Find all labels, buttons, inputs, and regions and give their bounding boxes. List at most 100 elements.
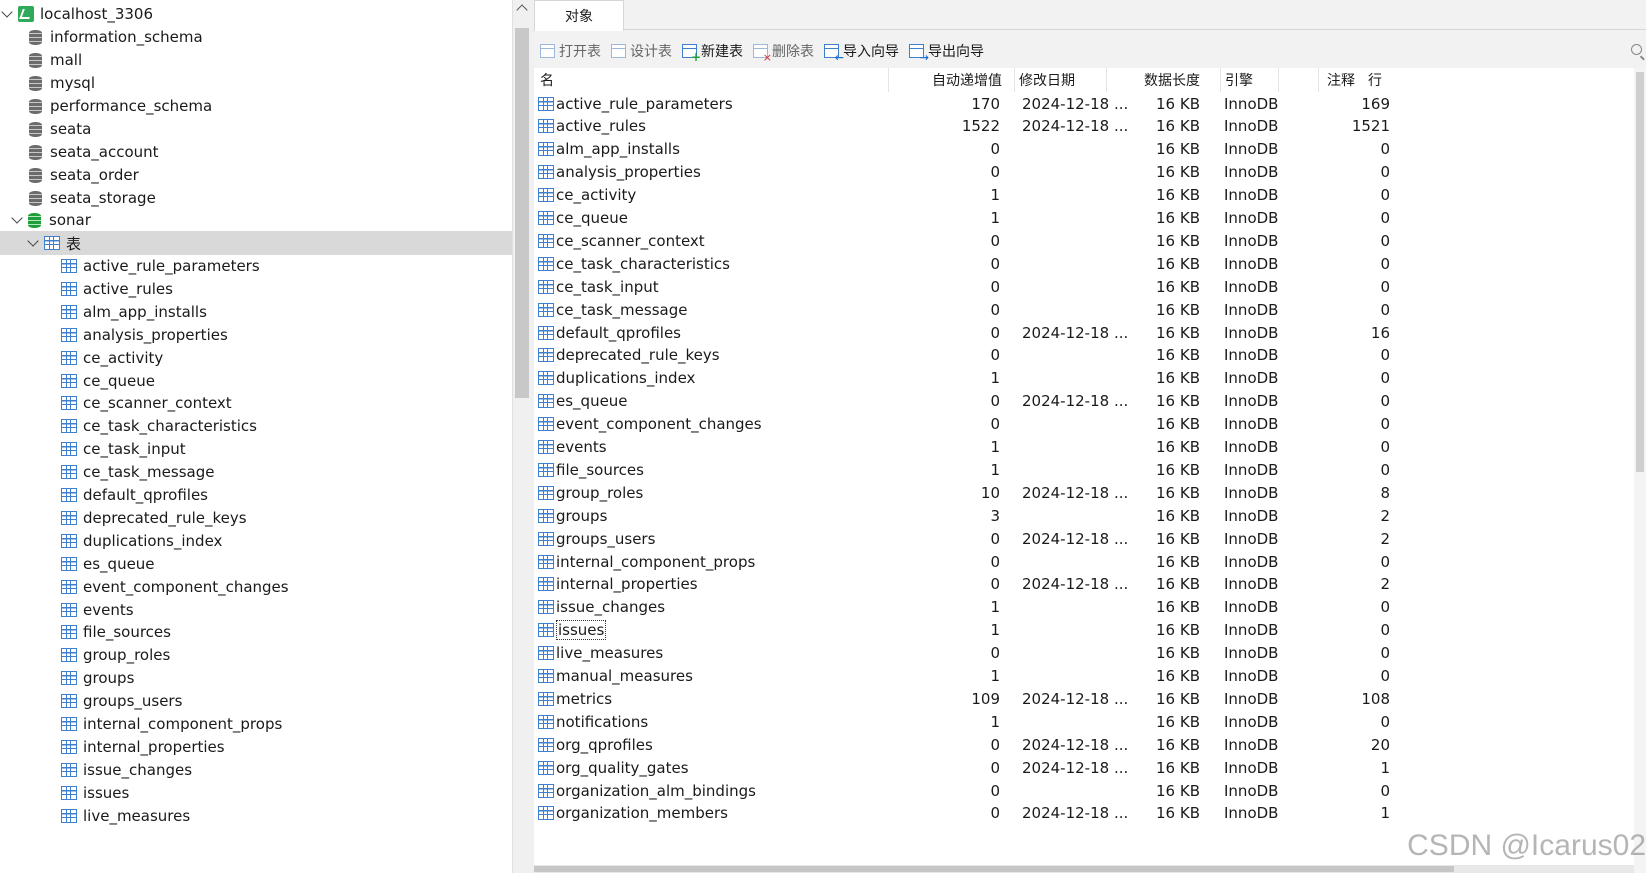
- chevron-down-icon[interactable]: [26, 236, 40, 250]
- tree-table-item[interactable]: file_sources: [0, 620, 512, 644]
- tree-table-item[interactable]: issues: [0, 781, 512, 805]
- design-table-button[interactable]: 设计表: [611, 41, 672, 61]
- tree-connection[interactable]: localhost_3306: [0, 2, 512, 26]
- tree-table-item[interactable]: active_rules: [0, 277, 512, 301]
- table-row[interactable]: groups_users 0 2024-12-18 ... 16 KB InnoDB 2: [534, 527, 1634, 550]
- table-row[interactable]: group_roles 10 2024-12-18 ... 16 KB InnoDB 8: [534, 481, 1634, 504]
- table-row[interactable]: duplications_index 1 16 KB InnoDB 0: [534, 367, 1634, 390]
- tree-table-item[interactable]: ce_queue: [0, 369, 512, 393]
- name-cell[interactable]: active_rules: [538, 115, 888, 138]
- name-cell[interactable]: live_measures: [538, 642, 888, 665]
- column-header-auto-increment[interactable]: 自动递增值: [888, 68, 1008, 92]
- name-cell[interactable]: ce_task_characteristics: [538, 252, 888, 275]
- table-row[interactable]: ce_queue 1 16 KB InnoDB 0: [534, 207, 1634, 230]
- table-row[interactable]: notifications 1 16 KB InnoDB 0: [534, 710, 1634, 733]
- tree-table-item[interactable]: ce_task_message: [0, 460, 512, 484]
- table-row[interactable]: events 1 16 KB InnoDB 0: [534, 436, 1634, 459]
- table-row[interactable]: metrics 109 2024-12-18 ... 16 KB InnoDB 108: [534, 687, 1634, 710]
- name-cell[interactable]: internal_properties: [538, 573, 888, 596]
- tree-table-item[interactable]: duplications_index: [0, 529, 512, 553]
- table-row[interactable]: event_component_changes 0 16 KB InnoDB 0: [534, 413, 1634, 436]
- table-row[interactable]: ce_task_characteristics 0 16 KB InnoDB 0: [534, 252, 1634, 275]
- tree-table-item[interactable]: groups: [0, 666, 512, 690]
- column-header-name[interactable]: 名: [540, 68, 880, 92]
- import-wizard-button[interactable]: 导入向导: [824, 41, 899, 64]
- tree-database[interactable]: mysql: [0, 71, 512, 95]
- left-pane-scrollbar[interactable]: [512, 0, 534, 873]
- tree-table-item[interactable]: event_component_changes: [0, 575, 512, 599]
- table-row[interactable]: ce_scanner_context 0 16 KB InnoDB 0: [534, 229, 1634, 252]
- tree-table-item[interactable]: groups_users: [0, 689, 512, 713]
- name-cell[interactable]: analysis_properties: [538, 161, 888, 184]
- name-cell[interactable]: organization_members: [538, 802, 888, 825]
- table-row[interactable]: internal_component_props 0 16 KB InnoDB 0: [534, 550, 1634, 573]
- open-table-button[interactable]: 打开表: [540, 41, 601, 61]
- vertical-scrollbar[interactable]: [1634, 68, 1646, 873]
- tree-table-item[interactable]: active_rule_parameters: [0, 254, 512, 278]
- tree-table-item[interactable]: internal_component_props: [0, 712, 512, 736]
- table-row[interactable]: org_quality_gates 0 2024-12-18 ... 16 KB Inn…: [534, 756, 1634, 779]
- tree-table-item[interactable]: issue_changes: [0, 758, 512, 782]
- name-cell[interactable]: ce_queue: [538, 207, 888, 230]
- table-row[interactable]: issue_changes 1 16 KB InnoDB 0: [534, 596, 1634, 619]
- table-row[interactable]: analysis_properties 0 16 KB InnoDB 0: [534, 161, 1634, 184]
- name-cell[interactable]: event_component_changes: [538, 413, 888, 436]
- table-row[interactable]: file_sources 1 16 KB InnoDB 0: [534, 458, 1634, 481]
- tree-table-item[interactable]: ce_scanner_context: [0, 391, 512, 415]
- tab-objects[interactable]: 对象: [534, 0, 624, 31]
- name-cell[interactable]: org_qprofiles: [538, 733, 888, 756]
- tree-database[interactable]: seata: [0, 117, 512, 141]
- tree-table-item[interactable]: live_measures: [0, 804, 512, 828]
- tree-table-item[interactable]: ce_task_characteristics: [0, 414, 512, 438]
- table-row[interactable]: default_qprofiles 0 2024-12-18 ... 16 KB Inn…: [534, 321, 1634, 344]
- table-row[interactable]: org_qprofiles 0 2024-12-18 ... 16 KB InnoDB 2…: [534, 733, 1634, 756]
- tree-table-item[interactable]: events: [0, 598, 512, 622]
- name-cell[interactable]: es_queue: [538, 390, 888, 413]
- table-row[interactable]: active_rule_parameters 170 2024-12-18 ... 1…: [534, 92, 1634, 115]
- tree-table-item[interactable]: default_qprofiles: [0, 483, 512, 507]
- name-cell[interactable]: issues: [538, 619, 888, 642]
- export-wizard-button[interactable]: 导出向导: [909, 41, 984, 64]
- table-row[interactable]: ce_activity 1 16 KB InnoDB 0: [534, 184, 1634, 207]
- name-cell[interactable]: alm_app_installs: [538, 138, 888, 161]
- table-row[interactable]: manual_measures 1 16 KB InnoDB 0: [534, 665, 1634, 688]
- name-cell[interactable]: file_sources: [538, 458, 888, 481]
- tree-database[interactable]: seata_account: [0, 140, 512, 164]
- tree-table-item[interactable]: ce_activity: [0, 346, 512, 370]
- name-cell[interactable]: metrics: [538, 687, 888, 710]
- tree-database[interactable]: information_schema: [0, 25, 512, 49]
- name-cell[interactable]: issue_changes: [538, 596, 888, 619]
- column-header-modified[interactable]: 修改日期: [1014, 68, 1114, 92]
- name-cell[interactable]: deprecated_rule_keys: [538, 344, 888, 367]
- table-row[interactable]: es_queue 0 2024-12-18 ... 16 KB InnoDB 0: [534, 390, 1634, 413]
- scrollbar-thumb[interactable]: [534, 866, 1454, 872]
- table-row[interactable]: ce_task_message 0 16 KB InnoDB 0: [534, 298, 1634, 321]
- table-row[interactable]: organization_alm_bindings 0 16 KB InnoDB 0: [534, 779, 1634, 802]
- table-row[interactable]: active_rules 1522 2024-12-18 ... 16 KB InnoD…: [534, 115, 1634, 138]
- table-row[interactable]: deprecated_rule_keys 0 16 KB InnoDB 0: [534, 344, 1634, 367]
- name-cell[interactable]: ce_activity: [538, 184, 888, 207]
- table-row[interactable]: alm_app_installs 0 16 KB InnoDB 0: [534, 138, 1634, 161]
- column-header-data-length[interactable]: 数据长度: [1106, 68, 1206, 92]
- name-cell[interactable]: notifications: [538, 710, 888, 733]
- tree-table-item[interactable]: analysis_properties: [0, 323, 512, 347]
- tree-database[interactable]: seata_storage: [0, 186, 512, 210]
- name-cell[interactable]: active_rule_parameters: [538, 92, 888, 115]
- new-table-button[interactable]: 新建表: [682, 41, 743, 64]
- tree-table-item[interactable]: group_roles: [0, 643, 512, 667]
- name-cell[interactable]: events: [538, 436, 888, 459]
- chevron-down-icon[interactable]: [0, 7, 14, 21]
- table-row[interactable]: internal_properties 0 2024-12-18 ... 16 KB I…: [534, 573, 1634, 596]
- name-cell[interactable]: groups_users: [538, 527, 888, 550]
- name-cell[interactable]: groups: [538, 504, 888, 527]
- name-cell[interactable]: ce_scanner_context: [538, 229, 888, 252]
- name-cell[interactable]: organization_alm_bindings: [538, 779, 888, 802]
- horizontal-scrollbar[interactable]: [534, 865, 1634, 873]
- tree-table-item[interactable]: internal_properties: [0, 735, 512, 759]
- tree-table-item[interactable]: alm_app_installs: [0, 300, 512, 324]
- tree-database-sonar[interactable]: sonar: [0, 208, 512, 232]
- delete-table-button[interactable]: 删除表: [753, 41, 814, 64]
- scroll-up-icon[interactable]: [516, 4, 528, 16]
- name-cell[interactable]: duplications_index: [538, 367, 888, 390]
- name-cell[interactable]: manual_measures: [538, 665, 888, 688]
